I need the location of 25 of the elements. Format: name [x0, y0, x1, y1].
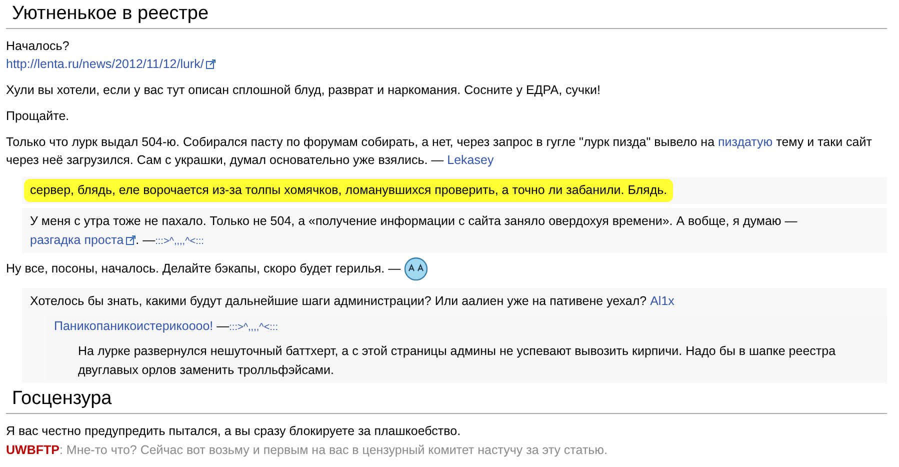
external-link[interactable]: разгадка проста [30, 232, 136, 247]
comment-text: На лурке развернулся нешуточный баттхерт, а с этой страницы админы не успевают вывозить кирпичи. Надо бы в шапке реестра двуглавых орлов заменить тролльфэйсами. [78, 342, 837, 379]
external-link-icon [126, 234, 136, 245]
paragraph: Прощайте. [6, 108, 70, 125]
smiley-icon [404, 257, 428, 282]
paragraph: Я вас честно предупредить пытался, а вы сразу блокируете за плашкоебство. UWBFTP: Мне-то что? Сейчас вот возьму и первым на вас в цензурный комитет настучу за эту статью. [6, 423, 609, 459]
link[interactable]: Lekasey [447, 153, 494, 168]
signature-link[interactable]: :::>^,,,,^<::: [155, 236, 204, 247]
link[interactable]: пиздатую [718, 134, 773, 149]
signature-link[interactable]: :::>^,,,,^<::: [229, 322, 278, 334]
link[interactable]: Паникопаникоистерикоооо! [54, 319, 214, 334]
paragraph: Хули вы хотели, если у вас тут описан сплошной блуд, разврат и наркомания. Сосните у ЕДРА, сучки! [6, 82, 602, 100]
external-link-icon [206, 59, 216, 70]
paragraph: Только что лурк выдал 504-ю. Собирался пасту по форумам собирать, а нет, через запрос в гугле "лурк пизда" вывело на пиздатую тему и таки сайт через неё загрузился. Сам с украшки, думал основательно уже взялись. — Lekasey [6, 134, 873, 170]
section-heading: Госцензура [6, 387, 887, 414]
section-heading: Уютненькое в реестре [6, 2, 887, 29]
external-link[interactable]: http://lenta.ru/news/2012/11/12/lurk/ [6, 57, 216, 72]
missing-page-link[interactable]: UWBFTP [6, 442, 60, 457]
comment-text: сервер, блядь, еле ворочается из-за толпы хомячков, ломанувшихся проверить, а точно ли забанили. Блядь. [24, 179, 674, 202]
comment-text: У меня с утра тоже не пахало. Только не 504, а «получение информации с сайта заняло овердохуя времени». А вобще, я думаю — разгадка проста . —:::>^,,,,^<::: [30, 212, 798, 249]
paragraph: Ну все, посоны, началось. Делайте бэкапы, скоро будет герилья. — [6, 257, 887, 282]
comment-text: Паникопаникоистерикоооо! —:::>^,,,,^<::: [54, 318, 279, 336]
comment-text: Хотелось бы знать, какими будут дальнейшие шаги администрации? Или аалиен уже на пативене уехал? Al1x [30, 293, 676, 310]
paragraph: Началось? http://lenta.ru/news/2012/11/12/lurk/ [6, 36, 887, 74]
link[interactable]: Al1x [650, 294, 674, 308]
